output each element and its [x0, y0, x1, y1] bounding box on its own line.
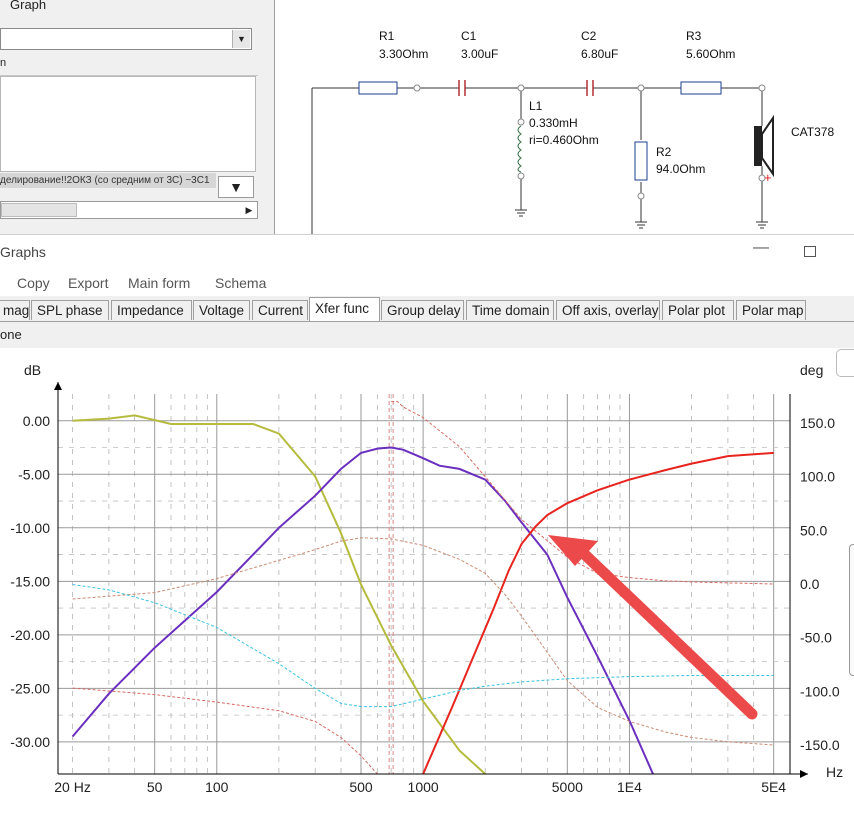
y-tick-label: 0.00 [23, 413, 50, 429]
scroll-down-button[interactable]: ▼ [218, 176, 254, 198]
graph-select-dropdown[interactable]: ▼ [0, 28, 252, 50]
schematic-canvas[interactable]: R1 3.30Ohm C1 3.00uF C2 6.80uF R3 5.60Oh… [275, 0, 854, 234]
menu-copy[interactable]: Copy [17, 275, 50, 291]
subbar-label: one [0, 327, 22, 342]
window-title: Graphs [0, 244, 46, 260]
inductor-l1[interactable] [517, 125, 522, 173]
x-tick-label: 20 Hz [54, 779, 91, 795]
y2-axis-label: deg [800, 362, 823, 378]
list-header: n [0, 57, 258, 76]
tab-impedance[interactable]: Impedance [111, 300, 192, 320]
resistor-r1[interactable] [358, 81, 398, 95]
scrollbar-thumb[interactable] [1, 203, 77, 217]
y-tick-label: -30.00 [10, 734, 50, 750]
y-axis-arrow [54, 382, 62, 390]
window-titlebar: Graphs — [0, 234, 854, 270]
sub-toolbar: one [0, 322, 854, 348]
capacitor-c2[interactable] [586, 80, 594, 96]
scroll-right-icon[interactable]: ▶ [242, 203, 256, 217]
y-tick-label: -20.00 [10, 627, 50, 643]
y2-tick-label: 0.0 [800, 576, 820, 592]
maximize-icon [804, 246, 816, 257]
menu-export[interactable]: Export [68, 275, 108, 291]
legend-toggle-box[interactable] [836, 349, 854, 377]
c2-name: C2 [581, 29, 597, 43]
y-tick-label: -5.00 [18, 466, 50, 482]
menu-bar: Copy Export Main form Schema [0, 270, 854, 296]
y-tick-label: -15.00 [10, 573, 50, 589]
x-tick-label: 50 [147, 779, 163, 795]
c2-value: 6.80uF [581, 47, 618, 61]
tab-time-domain[interactable]: Time domain [466, 300, 554, 320]
chevron-down-icon[interactable]: ▼ [232, 30, 250, 48]
tab-mag[interactable]: mag [0, 300, 30, 320]
x-tick-label: 500 [349, 779, 373, 795]
tab-polar-plot[interactable]: Polar plot [662, 300, 734, 320]
capacitor-c1[interactable] [458, 80, 466, 96]
schematic-drawing: R1 3.30Ohm C1 3.00uF C2 6.80uF R3 5.60Oh… [311, 29, 834, 234]
r3-name: R3 [686, 29, 702, 43]
horizontal-scrollbar[interactable]: ▶ [0, 201, 258, 219]
y-tick-label: -25.00 [10, 680, 50, 696]
y2-tick-label: -150.0 [800, 737, 840, 753]
l1-name: L1 [529, 99, 543, 113]
y2-tick-label: 50.0 [800, 522, 827, 538]
r2-name: R2 [656, 145, 672, 159]
x-tick-label: 1E4 [617, 779, 642, 795]
c1-name: C1 [461, 29, 477, 43]
minimize-button[interactable]: — [748, 239, 774, 261]
speaker-name: CAT378 [791, 125, 834, 139]
x-tick-label: 5000 [552, 779, 583, 795]
y-axis-label: dB [24, 362, 41, 378]
series-line-1 [71, 446, 654, 774]
side-handle[interactable] [849, 544, 854, 676]
menu-schema[interactable]: Schema [215, 275, 266, 291]
y2-tick-label: 150.0 [800, 415, 835, 431]
tab-polar-map[interactable]: Polar map [736, 300, 806, 320]
tab-xfer-func[interactable]: Xfer func [309, 297, 380, 321]
r2-value: 94.0Ohm [656, 162, 705, 176]
x-axis-arrow [800, 770, 808, 778]
tab-current[interactable]: Current [252, 300, 308, 320]
x-tick-label: 1000 [408, 779, 439, 795]
tooltip: делирование!!2ОКЗ (со средним от 3С) ~3С… [0, 173, 216, 188]
resistor-r3[interactable] [680, 81, 722, 95]
l1-resistance: ri=0.460Ohm [529, 133, 599, 147]
resistor-r2[interactable] [634, 141, 648, 181]
tab-off-axis-overlay[interactable]: Off axis, overlay [556, 300, 660, 320]
measurement-list[interactable] [0, 76, 256, 172]
graph-label: Graph [10, 0, 47, 12]
annotation-arrow [548, 535, 758, 720]
maximize-button[interactable] [797, 239, 823, 261]
x-tick-label: 5E4 [761, 779, 786, 795]
x-axis-unit-label: Hz [826, 764, 843, 780]
tab-spl-phase[interactable]: SPL phase [31, 300, 109, 320]
tab-group-delay[interactable]: Group delay [381, 300, 464, 320]
y-tick-label: -10.00 [10, 520, 50, 536]
y2-tick-label: -100.0 [800, 683, 840, 699]
x-tick-label: 100 [205, 779, 229, 795]
chart-svg: dB deg Hz 0.00 -5.00 -10.00 -15.00 -20.00 -25… [10, 362, 843, 795]
graph-options-panel: Graph ▼ n делирование!!2ОКЗ (со средним … [0, 0, 275, 234]
c1-value: 3.00uF [461, 47, 498, 61]
polarity-plus: + [764, 170, 772, 185]
r1-value: 3.30Ohm [379, 47, 428, 61]
tab-voltage[interactable]: Voltage [193, 300, 250, 320]
y2-tick-label: -50.0 [800, 630, 832, 646]
tab-bar: mag SPL phase Impedance Voltage Current … [0, 296, 854, 322]
r3-value: 5.60Ohm [686, 47, 735, 61]
l1-value: 0.330mH [529, 116, 578, 130]
y2-tick-label: 100.0 [800, 469, 835, 485]
r1-name: R1 [379, 29, 395, 43]
menu-main-form[interactable]: Main form [128, 275, 190, 291]
transfer-function-chart[interactable]: dB deg Hz 0.00 -5.00 -10.00 -15.00 -20.00 -25… [0, 348, 854, 814]
